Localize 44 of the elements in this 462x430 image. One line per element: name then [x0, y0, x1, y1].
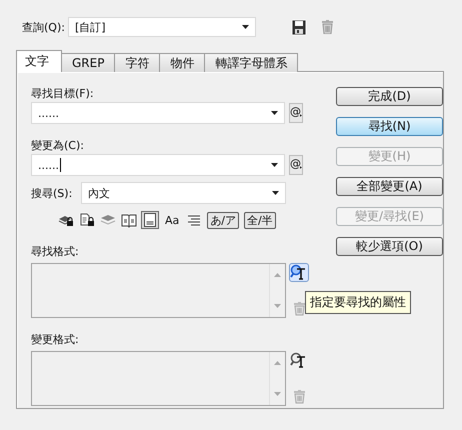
field-label: 變更為(C):: [31, 138, 85, 154]
format-label: 尋找格式:: [31, 244, 80, 260]
scroll-down-icon[interactable]: [274, 392, 281, 396]
trash-icon[interactable]: [294, 390, 304, 404]
trash-icon[interactable]: [322, 20, 333, 34]
tab[interactable]: 轉譯字母體系: [204, 53, 298, 72]
dropdown-field[interactable]: [自訂]: [68, 17, 256, 37]
trash-icon[interactable]: [294, 302, 304, 316]
open-book-icon[interactable]: [121, 212, 137, 228]
button[interactable]: 尋找(N): [336, 117, 443, 136]
scroll-up-icon[interactable]: [274, 273, 281, 277]
scroll-down-icon[interactable]: [274, 304, 281, 308]
tab[interactable]: GREP: [61, 53, 116, 72]
caret-icon: [242, 25, 249, 29]
special-characters-button[interactable]: @: [289, 103, 303, 123]
dropdown-field[interactable]: 內文: [81, 182, 286, 204]
scroll-up-icon[interactable]: [274, 361, 281, 365]
button[interactable]: 全部變更(A): [336, 177, 443, 196]
tab[interactable]: 文字: [16, 50, 62, 72]
tooltip: 指定要尋找的屬性: [305, 291, 411, 314]
save-icon[interactable]: [292, 20, 306, 34]
option-toggle[interactable]: 全/半: [244, 212, 276, 228]
special-characters-button[interactable]: @: [289, 155, 303, 175]
tab[interactable]: 字符: [114, 53, 160, 72]
option-toggle[interactable]: あ/ア: [207, 212, 239, 228]
field-label: 尋找目標(F):: [31, 86, 95, 102]
arrow-icon: [300, 113, 302, 118]
caret-icon: [271, 163, 278, 167]
search-label: 搜尋(S):: [31, 186, 74, 200]
locked-document-icon[interactable]: [79, 212, 95, 228]
dropdown-field[interactable]: ......: [31, 154, 285, 176]
document-footnote-icon[interactable]: [142, 212, 158, 228]
arrow-icon: [300, 165, 302, 170]
caret-icon: [271, 111, 278, 115]
option-toggle[interactable]: Aa: [163, 212, 182, 228]
button[interactable]: 完成(D): [336, 87, 443, 106]
button[interactable]: 較少選項(O): [336, 237, 443, 256]
query-label: 查詢(Q):: [22, 20, 65, 34]
format-label: 變更格式:: [31, 332, 80, 348]
tab[interactable]: 物件: [159, 53, 206, 72]
format-settings-icon[interactable]: [290, 264, 308, 281]
caret-icon: [272, 191, 279, 195]
format-settings-icon[interactable]: [290, 352, 308, 369]
dropdown-field[interactable]: ......: [31, 102, 285, 124]
